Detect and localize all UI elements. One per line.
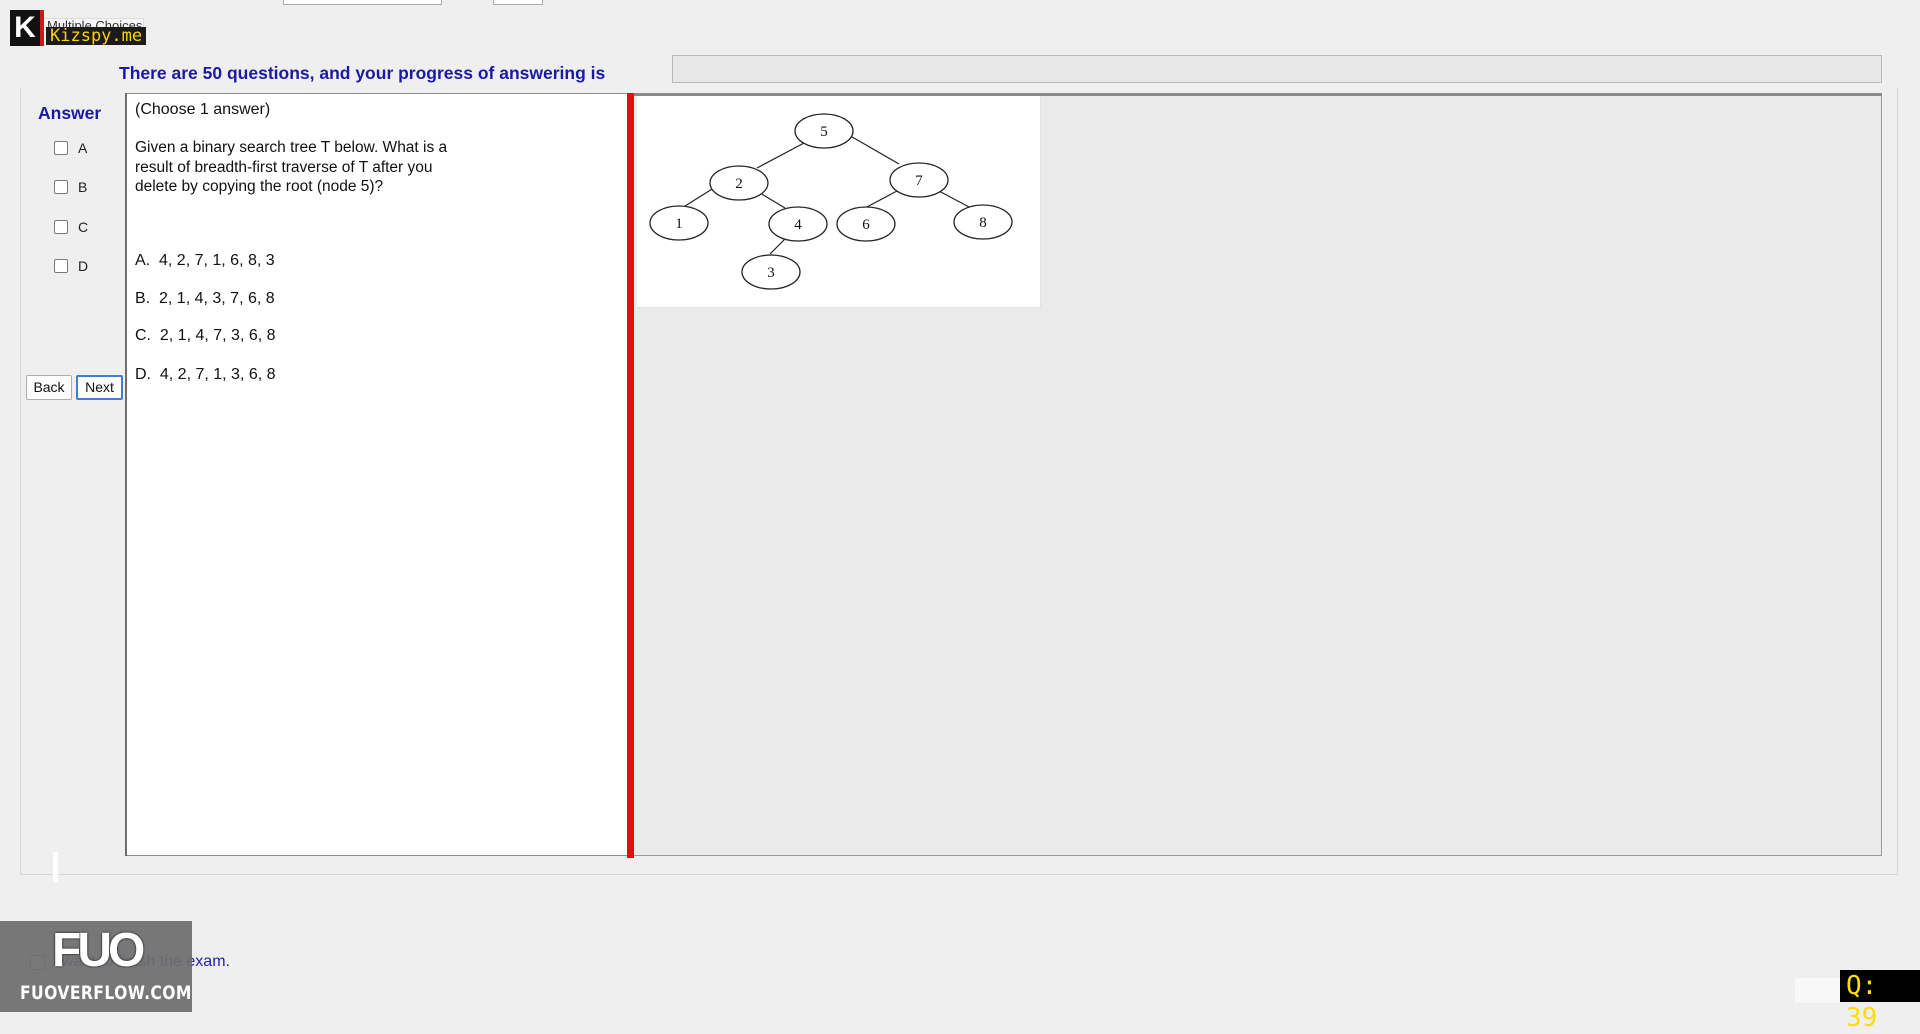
fuoverflow-logo-icon: FUO xyxy=(52,924,145,977)
answer-option-d[interactable]: D xyxy=(54,256,88,276)
answer-d-label: D xyxy=(78,258,89,274)
tree-edge xyxy=(936,189,972,209)
binary-tree-diagram: 5 2 7 1 4 6 8 3 xyxy=(649,113,1013,290)
progress-label: There are 50 questions, and your progres… xyxy=(119,63,606,83)
text-cursor-marker xyxy=(53,852,58,882)
tree-node-label: 8 xyxy=(979,215,987,231)
zoom-select-dropdown[interactable] xyxy=(493,0,543,5)
answer-c-checkbox[interactable] xyxy=(54,220,68,234)
question-panel[interactable] xyxy=(125,93,628,856)
question-option-d: D. 4, 2, 7, 1, 3, 6, 8 xyxy=(135,366,276,383)
question-option-b: B. 2, 1, 4, 3, 7, 6, 8 xyxy=(135,290,275,307)
tree-edge xyxy=(846,133,900,165)
question-panel-edge xyxy=(125,93,127,856)
question-option-a: A. 4, 2, 7, 1, 6, 8, 3 xyxy=(135,252,275,269)
tree-edge xyxy=(864,190,898,209)
fuoverflow-site-text: FUOVERFLOW.COM xyxy=(20,982,192,1004)
tree-node-label: 2 xyxy=(735,176,743,192)
tree-node-label: 7 xyxy=(915,173,923,189)
countdown-timer: 000:04 xyxy=(640,0,845,10)
answer-option-b[interactable]: B xyxy=(54,177,87,197)
answer-a-checkbox[interactable] xyxy=(54,141,68,155)
next-button[interactable]: Next xyxy=(76,375,123,400)
tree-node-label: 3 xyxy=(767,265,775,281)
font-select-dropdown[interactable] xyxy=(283,0,442,5)
binary-tree-image: 5 2 7 1 4 6 8 3 xyxy=(637,96,1041,308)
tree-node-label: 5 xyxy=(820,124,828,140)
answer-b-label: B xyxy=(78,179,88,195)
answer-c-label: C xyxy=(78,219,89,235)
status-box xyxy=(1795,978,1840,1003)
back-button[interactable]: Back xyxy=(26,375,72,400)
question-text: Given a binary search tree T below. What… xyxy=(135,139,448,195)
answer-option-c[interactable]: C xyxy=(54,217,88,237)
answer-d-checkbox[interactable] xyxy=(54,259,68,273)
question-instruction: (Choose 1 answer) xyxy=(135,101,271,118)
panel-splitter[interactable] xyxy=(627,93,634,858)
progress-bar xyxy=(672,55,1882,83)
answer-title: Answer xyxy=(38,103,102,123)
answer-option-a[interactable]: A xyxy=(54,138,87,158)
tree-edge xyxy=(769,238,786,255)
tree-node-label: 1 xyxy=(675,216,683,232)
tree-node-label: 4 xyxy=(794,217,802,233)
answer-b-checkbox[interactable] xyxy=(54,180,68,194)
question-number-badge: Q: 39 xyxy=(1840,970,1920,1033)
answer-a-label: A xyxy=(78,140,88,156)
tree-node-label: 6 xyxy=(862,217,870,233)
kizspy-logo-icon: K xyxy=(10,10,44,46)
question-option-c: C. 2, 1, 4, 7, 3, 6, 8 xyxy=(135,327,276,344)
kizspy-logo-text: Kizspy.me xyxy=(46,27,147,45)
